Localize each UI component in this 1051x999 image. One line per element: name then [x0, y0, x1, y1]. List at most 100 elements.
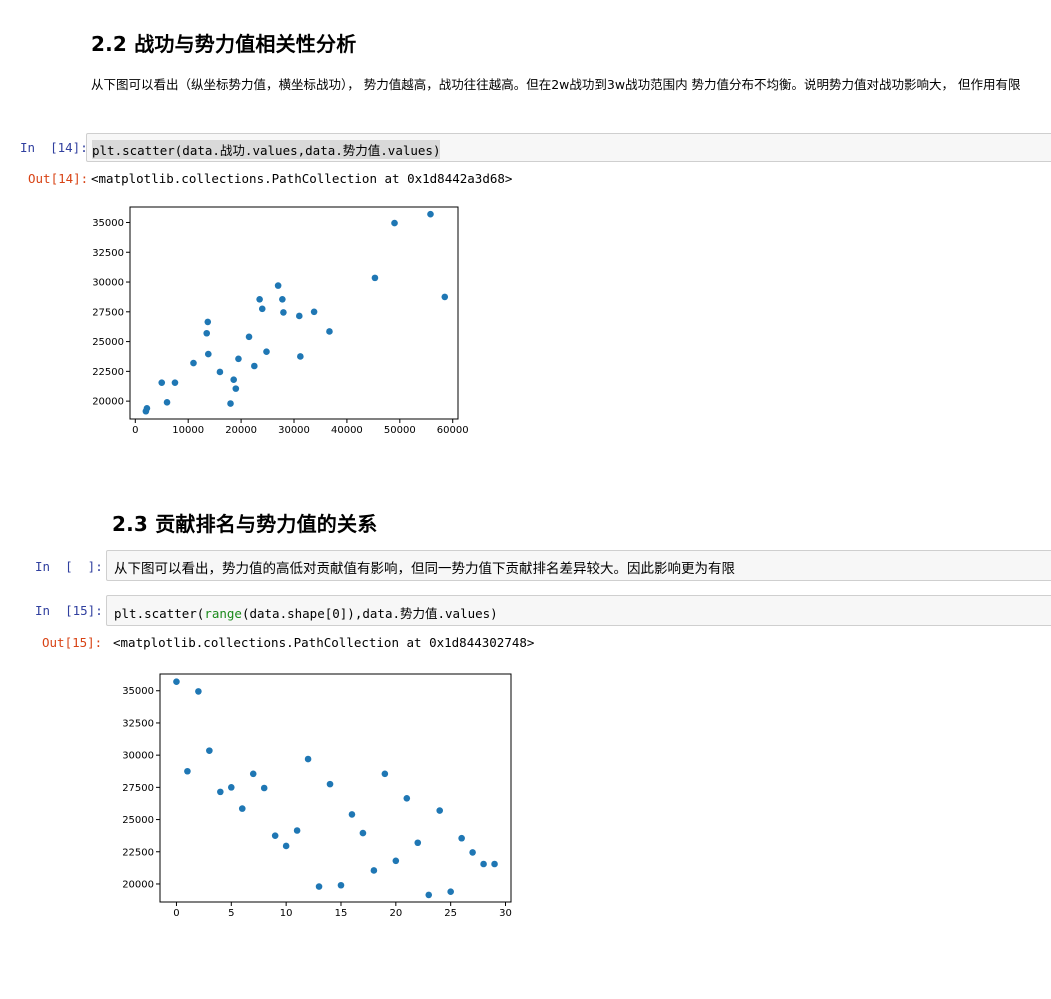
- chart2-point: [326, 780, 334, 788]
- chart2-point: [271, 832, 279, 839]
- chart1-point: [441, 293, 449, 301]
- chart1-point: [158, 379, 166, 386]
- chart2-point: [491, 860, 498, 868]
- chart1-point: [204, 318, 212, 326]
- code-suffix-15: (data.shape[0]),data.势力值.values): [241, 606, 498, 621]
- chart2-point: [315, 883, 323, 890]
- output-text-14: <matplotlib.collections.PathCollection a…: [91, 171, 513, 186]
- chart1-point: [143, 404, 151, 412]
- chart1-x-tick-label: 30000: [278, 425, 310, 436]
- chart2-point: [447, 888, 454, 895]
- raw-cell[interactable]: 从下图可以看出，势力值的高低对贡献值有影响，但同一势力值下贡献排名差异较大。因此…: [106, 550, 1051, 581]
- chart1-point: [274, 282, 282, 289]
- chart1-x-tick-label: 60000: [437, 425, 469, 436]
- raw-cell-text[interactable]: 从下图可以看出，势力值的高低对贡献值有影响，但同一势力值下贡献排名差异较大。因此…: [114, 557, 735, 577]
- chart2-point: [293, 827, 301, 834]
- chart2-x-tick-label: 15: [335, 908, 348, 919]
- chart2-point: [436, 807, 444, 814]
- code-cell-15[interactable]: plt.scatter(range(data.shape[0]),data.势力…: [106, 595, 1051, 626]
- chart1-y-tick-label: 20000: [92, 397, 124, 408]
- code-cell-14[interactable]: plt.scatter(data.战功.values,data.势力值.valu…: [86, 133, 1051, 162]
- chart1-point: [245, 333, 253, 341]
- chart2-point: [414, 839, 422, 847]
- chart1-point: [227, 400, 234, 407]
- chart1-point: [279, 296, 286, 303]
- chart2-point: [282, 842, 290, 850]
- chart1-point: [371, 274, 379, 282]
- chart2-point: [249, 770, 257, 778]
- chart2-point: [227, 784, 235, 791]
- section-heading-2-2: 2.2 战功与势力值相关性分析: [91, 32, 357, 56]
- chart1-x-tick-label: 0: [132, 425, 138, 436]
- chart1-x-tick-label: 20000: [225, 425, 257, 436]
- scatter-plot-rank-vs-power: 0 5 10 15 20 25 30 20000 22500 25000 27500 30000 325…: [122, 673, 512, 919]
- chart2-point: [173, 678, 180, 686]
- chart2-point: [184, 767, 191, 775]
- input-prompt-14: In [14]:: [20, 140, 88, 155]
- chart2-point: [304, 755, 312, 763]
- chart2-point: [403, 795, 411, 802]
- chart1-point: [235, 355, 242, 363]
- chart1-y-tick-label: 25000: [92, 337, 124, 348]
- chart2-y-tick-label: 32500: [122, 718, 154, 729]
- section-description-2-2: 从下图可以看出（纵坐标势力值，横坐标战功）， 势力值越高，战功往往越高。但在2w…: [91, 77, 1021, 92]
- chart1-point: [263, 348, 270, 356]
- chart2-x-tick-label: 0: [173, 908, 179, 919]
- chart1-point: [391, 219, 398, 227]
- input-prompt-15: In [15]:: [35, 603, 103, 618]
- chart1-point: [258, 305, 266, 313]
- input-prompt-raw: In [ ]:: [35, 559, 103, 574]
- section-heading-2-3: 2.3 贡献排名与势力值的关系: [112, 512, 378, 536]
- chart2-point: [359, 829, 367, 837]
- chart1-point: [204, 350, 212, 358]
- chart2-point: [469, 849, 476, 856]
- chart1-point: [163, 399, 171, 406]
- chart1-y-tick-label: 35000: [92, 218, 124, 229]
- code-builtin-range: range: [204, 606, 242, 621]
- code-prefix-15: plt.scatter(: [114, 606, 205, 621]
- chart2-plot-frame: [159, 673, 512, 903]
- chart1-point: [297, 353, 304, 360]
- chart1-point: [190, 359, 197, 367]
- output-prompt-14: Out[14]:: [28, 171, 89, 186]
- chart2-point: [348, 811, 356, 818]
- chart1-point: [251, 362, 258, 370]
- chart1-point: [230, 376, 237, 383]
- chart1-point: [256, 296, 263, 303]
- chart2-point: [337, 881, 345, 889]
- chart2-point: [392, 857, 400, 865]
- chart2-y-tick-label: 20000: [122, 879, 154, 890]
- code-text-14[interactable]: plt.scatter(data.战功.values,data.势力值.valu…: [92, 140, 441, 159]
- chart2-point: [260, 784, 268, 792]
- output-text-15: <matplotlib.collections.PathCollection a…: [113, 635, 535, 650]
- chart1-y-tick-label: 27500: [92, 307, 124, 318]
- chart2-point: [458, 834, 465, 842]
- chart2-y-tick-label: 22500: [122, 847, 154, 858]
- chart1-x-tick-label: 50000: [384, 425, 416, 436]
- chart1-point: [427, 210, 434, 218]
- chart2-point: [480, 860, 487, 868]
- chart2-y-tick-label: 25000: [122, 815, 154, 826]
- chart1-point: [203, 329, 211, 337]
- chart2-x-tick-label: 20: [389, 908, 402, 919]
- scatter-plot-merit-vs-power: 0 10000 20000 30000 40000 50000 60000 20000 2250…: [92, 206, 469, 436]
- chart1-point: [295, 312, 303, 320]
- chart2-point: [370, 867, 378, 874]
- chart1-x-tick-label: 40000: [331, 425, 363, 436]
- chart2-point: [206, 747, 213, 754]
- code-text-15[interactable]: plt.scatter(range(data.shape[0]),data.势力…: [114, 603, 498, 622]
- chart1-y-tick-label: 30000: [92, 278, 124, 289]
- chart2-point: [238, 805, 246, 812]
- chart1-point: [280, 309, 287, 316]
- chart1-y-tick-label: 22500: [92, 367, 124, 378]
- chart2-point: [217, 788, 224, 796]
- chart2-x-tick-label: 5: [228, 908, 234, 919]
- chart1-point: [171, 379, 179, 386]
- chart2-x-tick-label: 10: [280, 908, 293, 919]
- output-prompt-15: Out[15]:: [42, 635, 103, 650]
- chart2-x-tick-label: 25: [444, 908, 457, 919]
- chart2-y-tick-label: 30000: [122, 751, 154, 762]
- chart2-point: [425, 891, 433, 899]
- chart2-y-tick-label: 27500: [122, 783, 154, 794]
- chart1-point: [232, 385, 240, 392]
